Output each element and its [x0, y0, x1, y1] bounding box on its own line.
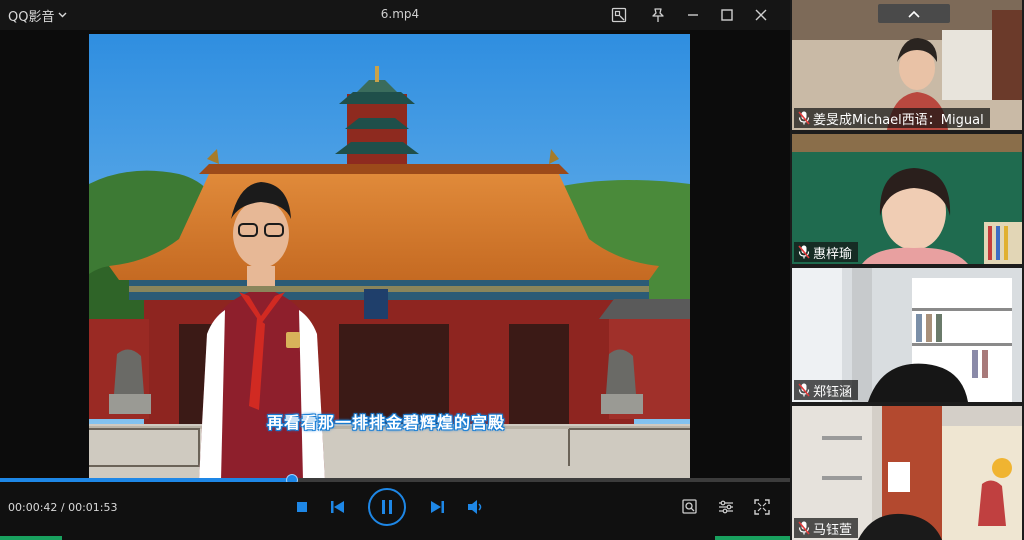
pause-button[interactable] — [368, 488, 406, 526]
time-display: 00:00:42 / 00:01:53 — [8, 501, 118, 514]
app-name: QQ影音 — [8, 10, 55, 25]
search-icon — [682, 499, 697, 514]
video-frame[interactable]: 再看看那一排排金碧辉煌的宫殿 — [89, 34, 690, 480]
stop-button[interactable] — [293, 498, 311, 516]
chevron-down-icon — [58, 11, 67, 21]
control-bar: 00:00:42 / 00:01:53 — [0, 482, 790, 540]
minimize-icon — [688, 14, 698, 16]
volume-icon — [468, 500, 482, 514]
participant-label: 姜旻成Michael西语：Migual — [794, 108, 990, 128]
participant-label: 惠梓瑜 — [794, 242, 859, 262]
chevron-up-icon — [908, 10, 920, 18]
minimize-button[interactable] — [680, 3, 706, 27]
app-menu-button[interactable]: QQ影音 — [8, 6, 67, 25]
previous-icon — [331, 501, 344, 513]
pin-button[interactable] — [645, 3, 671, 27]
maximize-icon — [721, 9, 733, 21]
participant-tile[interactable]: 姜旻成Michael西语：Migual — [792, 0, 1022, 130]
participant-panel: 姜旻成Michael西语：Migual 惠梓瑜 郑钰涵 马钰萱 — [790, 0, 1024, 540]
taskbar-indicator — [715, 536, 790, 540]
mic-muted-icon — [798, 111, 810, 125]
close-icon — [755, 9, 767, 21]
participant-label: 马钰萱 — [794, 518, 859, 538]
next-icon — [431, 501, 444, 513]
participant-name: 郑钰涵 — [813, 384, 853, 400]
previous-button[interactable] — [328, 498, 348, 516]
title-bar: QQ影音 6.mp4 — [0, 0, 790, 30]
volume-button[interactable] — [465, 498, 487, 516]
screenshot-button[interactable] — [606, 3, 632, 27]
settings-icon — [719, 500, 733, 514]
participant-name: 马钰萱 — [813, 522, 853, 538]
participant-label: 郑钰涵 — [794, 380, 859, 400]
mic-muted-icon — [798, 383, 810, 397]
participant-name: 姜旻成Michael西语：Migual — [813, 112, 984, 128]
fullscreen-button[interactable] — [752, 497, 772, 517]
video-player: QQ影音 6.mp4 再看看那一排排金碧辉煌的宫殿 00:00:42 / 00:… — [0, 0, 790, 540]
settings-button[interactable] — [716, 497, 736, 517]
participant-tile[interactable]: 郑钰涵 — [792, 268, 1022, 402]
next-button[interactable] — [427, 498, 447, 516]
participant-name: 惠梓瑜 — [813, 246, 853, 262]
pin-icon — [652, 8, 664, 22]
close-button[interactable] — [748, 3, 774, 27]
stop-icon — [297, 502, 307, 512]
mic-muted-icon — [798, 245, 810, 259]
fullscreen-icon — [754, 499, 770, 515]
mic-muted-icon — [798, 521, 810, 535]
participant-tile[interactable]: 马钰萱 — [792, 406, 1022, 540]
screenshot-icon — [611, 7, 627, 23]
collapse-button[interactable] — [878, 4, 950, 23]
taskbar-indicator — [0, 536, 62, 540]
file-name: 6.mp4 — [380, 7, 420, 21]
participant-tile[interactable]: 惠梓瑜 — [792, 134, 1022, 264]
maximize-button[interactable] — [714, 3, 740, 27]
pause-icon — [382, 500, 392, 514]
search-button[interactable] — [680, 497, 700, 517]
subtitle-text: 再看看那一排排金碧辉煌的宫殿 — [267, 413, 506, 432]
